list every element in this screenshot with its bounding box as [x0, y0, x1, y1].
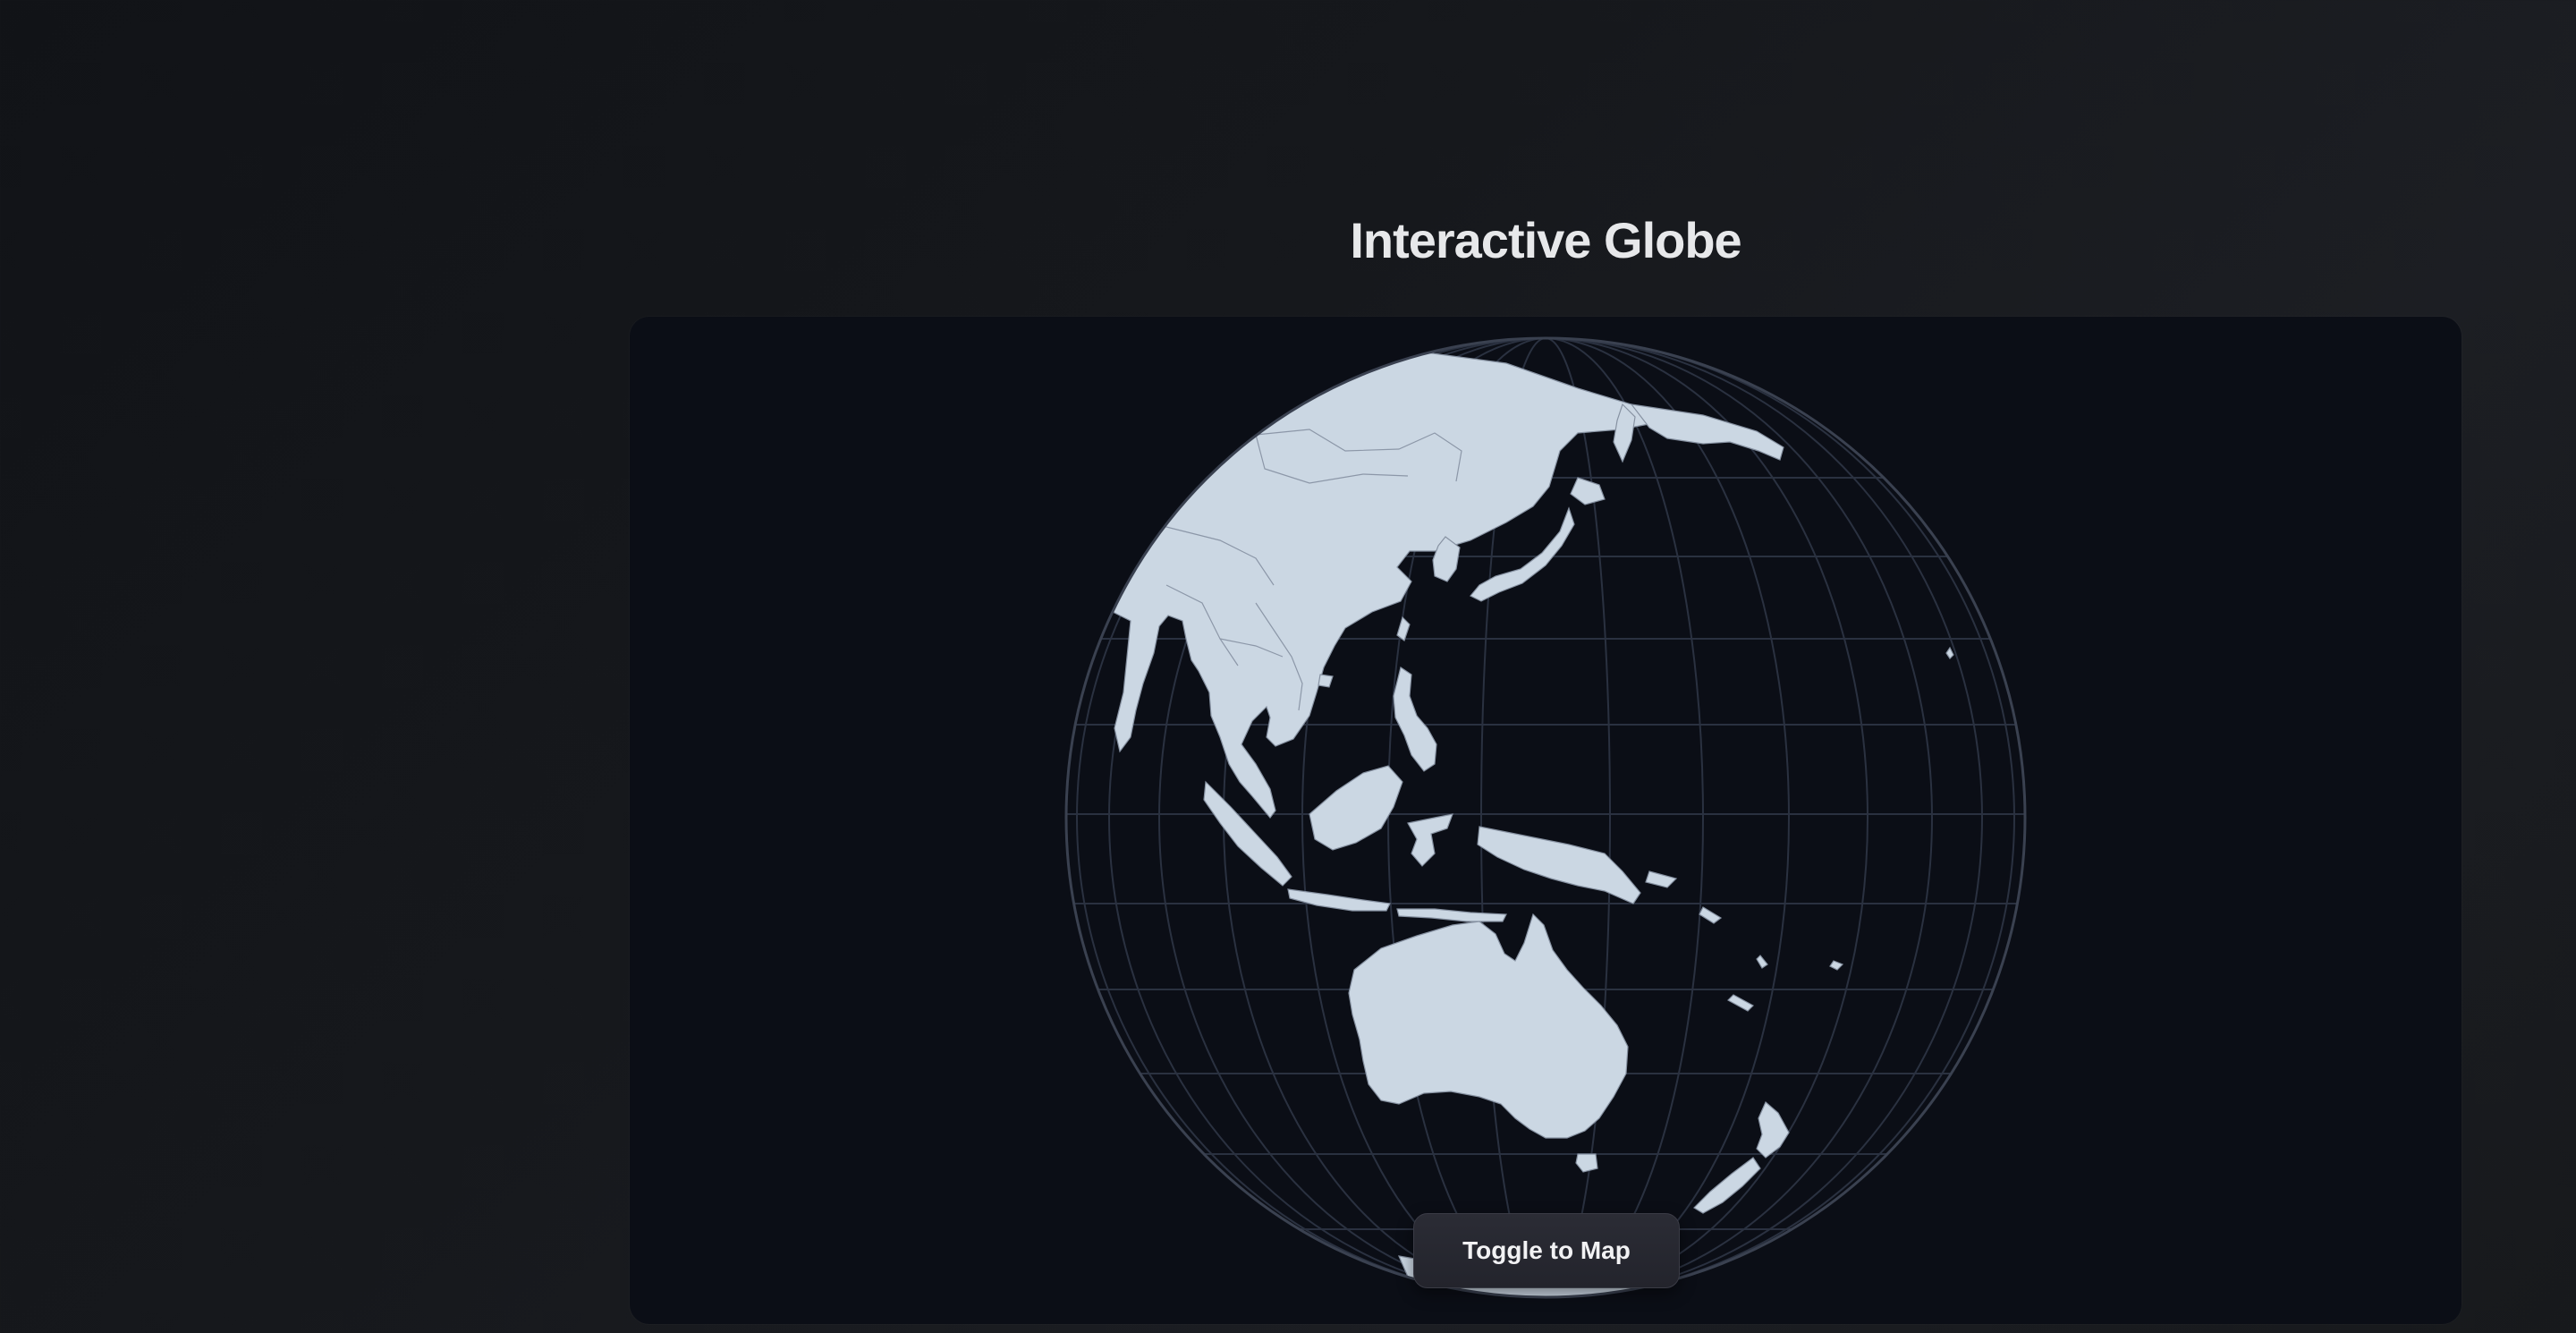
page-title: Interactive Globe: [1350, 212, 1741, 268]
toggle-map-button[interactable]: Toggle to Map: [1413, 1213, 1680, 1288]
globe-canvas[interactable]: [630, 317, 2462, 1324]
globe-panel[interactable]: Toggle to Map: [630, 317, 2462, 1324]
